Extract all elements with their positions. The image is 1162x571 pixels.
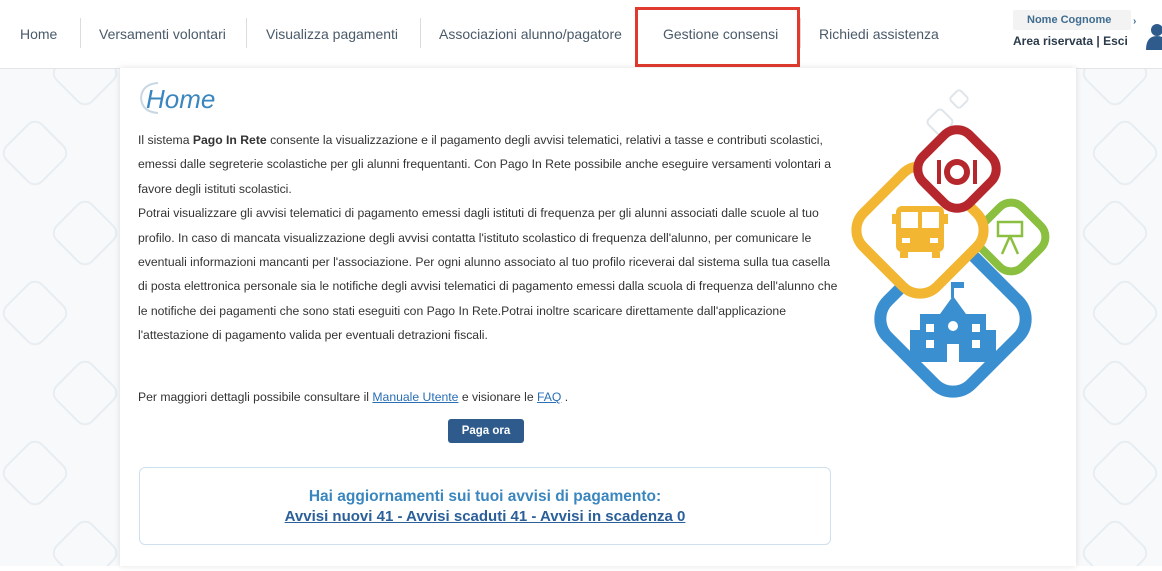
nav-home[interactable]: Home: [20, 10, 57, 58]
area-riservata-link[interactable]: Area riservata: [1013, 34, 1093, 48]
notice-summary-link[interactable]: Avvisi nuovi 41 - Avvisi scaduti 41 - Av…: [140, 508, 830, 525]
nav-associazioni-alunno-pagatore[interactable]: Associazioni alunno/pagatore: [439, 10, 622, 58]
logout-link[interactable]: Esci: [1103, 34, 1128, 48]
link-separator: |: [1096, 34, 1100, 48]
user-name-badge[interactable]: Nome Cognome: [1013, 10, 1131, 30]
pay-now-button[interactable]: Paga ora: [448, 419, 524, 443]
intro-paragraph-2: Potrai visualizzare gli avvisi telematic…: [138, 206, 838, 343]
top-navigation: Home Versamenti volontari Visualizza pag…: [0, 0, 1162, 69]
intro-text: Il sistema Pago In Rete consente la visu…: [138, 128, 838, 348]
nav-separator: [800, 18, 801, 48]
intro-paragraph-1: Il sistema Pago In Rete consente la visu…: [138, 133, 832, 196]
notice-title: Hai aggiornamenti sui tuoi avvisi di pag…: [308, 488, 662, 505]
page-title: Home: [146, 84, 216, 114]
nav-visualizza-pagamenti[interactable]: Visualizza pagamenti: [266, 10, 398, 58]
highlight-frame: [635, 7, 800, 67]
nav-versamenti-volontari[interactable]: Versamenti volontari: [99, 10, 226, 58]
faq-link[interactable]: FAQ: [537, 390, 561, 404]
manual-link[interactable]: Manuale Utente: [372, 390, 458, 404]
user-avatar-icon[interactable]: [1146, 22, 1162, 50]
brand-name: Pago In Rete: [192, 133, 267, 147]
nav-richiedi-assistenza[interactable]: Richiedi assistenza: [819, 10, 939, 58]
nav-separator: [246, 18, 247, 48]
user-links: Area riservata | Esci: [1013, 34, 1128, 48]
nav-separator: [420, 18, 421, 48]
payment-notice-box: Hai aggiornamenti sui tuoi avvisi di pag…: [139, 467, 831, 545]
school-services-illustration: [851, 89, 1050, 398]
details-line: Per maggiori dettagli possibile consulta…: [138, 390, 569, 404]
diamond-icon: [949, 89, 969, 109]
nav-separator: [80, 18, 81, 48]
chevron-right-icon[interactable]: ›: [1133, 16, 1136, 27]
